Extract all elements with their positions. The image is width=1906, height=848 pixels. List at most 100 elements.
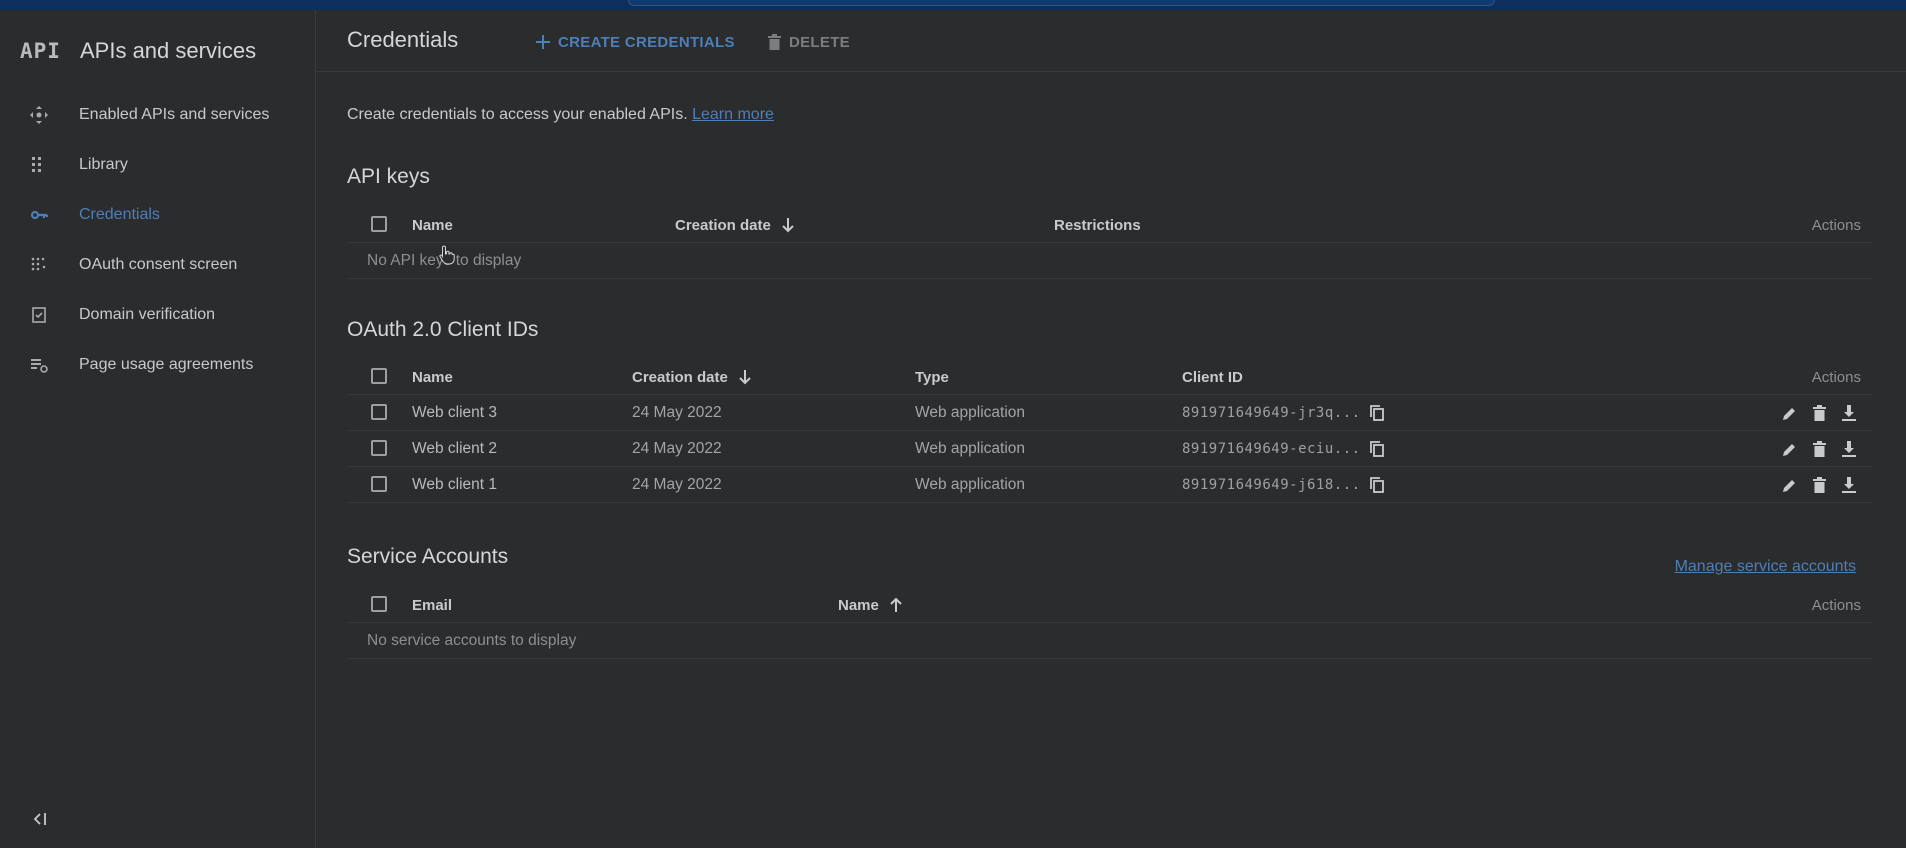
sidebar-nav: Enabled APIs and services Library Creden…: [0, 90, 316, 390]
column-client-id: Client ID: [1182, 368, 1243, 386]
client-name[interactable]: Web client 2: [412, 431, 497, 467]
page-header: Credentials CREATE CREDENTIALS DELETE: [316, 10, 1906, 72]
sidebar-item-label: Page usage agreements: [79, 356, 254, 373]
download-icon[interactable]: [1837, 401, 1861, 425]
api-keys-title: API keys: [347, 165, 430, 188]
column-name[interactable]: Name: [838, 587, 903, 623]
sidebar-item-label: Library: [79, 156, 128, 173]
client-id-cell: 891971649649-eciu...: [1182, 431, 1389, 467]
sidebar-item-label: Credentials: [79, 206, 160, 223]
empty-message: No service accounts to display: [367, 632, 577, 649]
trash-icon[interactable]: [1807, 437, 1831, 461]
table-header-row: Name Creation date Restrictions Actions: [347, 207, 1871, 243]
client-name[interactable]: Web client 1: [412, 467, 497, 503]
client-id: 891971649649-jr3q...: [1182, 405, 1361, 421]
sidebar-item-enabled-apis[interactable]: Enabled APIs and services: [0, 90, 316, 140]
top-bar: [0, 0, 1906, 10]
manage-service-accounts-link[interactable]: Manage service accounts: [1675, 558, 1856, 576]
column-name: Name: [412, 368, 453, 386]
client-id: 891971649649-j618...: [1182, 477, 1361, 493]
edit-icon[interactable]: [1777, 473, 1801, 497]
column-label: Name: [838, 596, 879, 614]
sidebar-item-domain-verification[interactable]: Domain verification: [0, 290, 316, 340]
row-checkbox[interactable]: [371, 440, 387, 456]
download-icon[interactable]: [1837, 473, 1861, 497]
select-all-checkbox[interactable]: [371, 216, 387, 232]
copy-icon[interactable]: [1365, 401, 1389, 425]
row-actions: [1777, 395, 1861, 431]
table-header-row: Email Name Actions: [347, 587, 1871, 623]
client-type: Web application: [915, 476, 1026, 493]
column-actions: Actions: [1811, 368, 1861, 386]
trash-icon[interactable]: [1807, 473, 1831, 497]
sidebar-item-label: OAuth consent screen: [79, 256, 238, 273]
empty-row: No API keys to display: [347, 243, 1871, 279]
arrow-down-icon: [738, 369, 752, 385]
delete-label: DELETE: [789, 33, 850, 51]
sidebar-title: APIs and services: [80, 38, 257, 63]
search-bar[interactable]: [628, 0, 1495, 6]
checkbox-icon: [28, 304, 50, 326]
table-header-row: Name Creation date Type Client ID Action…: [347, 359, 1871, 395]
empty-row: No service accounts to display: [347, 623, 1871, 659]
column-actions: Actions: [1811, 596, 1861, 614]
sidebar-item-credentials[interactable]: Credentials: [0, 190, 316, 240]
grid-icon: [28, 154, 50, 176]
service-accounts-table: Email Name Actions No service accounts t…: [347, 587, 1871, 659]
table-row: Web client 2 24 May 2022 Web application…: [347, 431, 1871, 467]
column-email: Email: [412, 596, 453, 614]
edit-icon[interactable]: [1777, 437, 1801, 461]
key-icon: [28, 204, 50, 226]
diamond-arrows-icon: [28, 104, 50, 126]
table-row: Web client 1 24 May 2022 Web application…: [347, 467, 1871, 503]
copy-icon[interactable]: [1365, 437, 1389, 461]
intro-description: Create credentials to access your enable…: [347, 106, 688, 123]
collapse-sidebar-button[interactable]: [28, 807, 52, 831]
sidebar-item-label: Enabled APIs and services: [79, 106, 270, 123]
table-row: Web client 3 24 May 2022 Web application…: [347, 395, 1871, 431]
download-icon[interactable]: [1837, 437, 1861, 461]
select-all-checkbox[interactable]: [371, 596, 387, 612]
api-keys-table: Name Creation date Restrictions Actions …: [347, 207, 1871, 279]
arrow-down-icon: [781, 217, 795, 233]
delete-button[interactable]: DELETE: [768, 30, 850, 54]
creation-date: 24 May 2022: [632, 440, 722, 457]
learn-more-link[interactable]: Learn more: [692, 106, 774, 123]
row-checkbox[interactable]: [371, 476, 387, 492]
client-id: 891971649649-eciu...: [1182, 441, 1361, 457]
service-accounts-title: Service Accounts: [347, 545, 509, 568]
row-checkbox[interactable]: [371, 404, 387, 420]
create-credentials-button[interactable]: CREATE CREDENTIALS: [536, 30, 735, 54]
arrow-up-icon: [889, 597, 903, 613]
oauth-table: Name Creation date Type Client ID Action…: [347, 359, 1871, 503]
sidebar-item-page-usage[interactable]: Page usage agreements: [0, 340, 316, 390]
main-content: Credentials CREATE CREDENTIALS DELETE Cr…: [316, 10, 1906, 848]
column-label: Creation date: [675, 216, 771, 234]
edit-icon[interactable]: [1777, 401, 1801, 425]
settings-list-icon: [28, 354, 50, 376]
column-actions: Actions: [1811, 216, 1861, 234]
client-type: Web application: [915, 404, 1026, 421]
sidebar: API APIs and services Enabled APIs and s…: [0, 10, 316, 848]
dots-grid-icon: [28, 254, 50, 276]
trash-icon[interactable]: [1807, 401, 1831, 425]
sidebar-item-oauth-consent[interactable]: OAuth consent screen: [0, 240, 316, 290]
row-actions: [1777, 431, 1861, 467]
client-type: Web application: [915, 440, 1026, 457]
column-creation-date[interactable]: Creation date: [632, 359, 752, 395]
column-creation-date[interactable]: Creation date: [675, 207, 795, 243]
hand-cursor-icon: [439, 245, 455, 270]
page-title: Credentials: [347, 27, 459, 52]
creation-date: 24 May 2022: [632, 476, 722, 493]
client-id-cell: 891971649649-j618...: [1182, 467, 1389, 503]
client-name[interactable]: Web client 3: [412, 395, 497, 431]
sidebar-item-library[interactable]: Library: [0, 140, 316, 190]
select-all-checkbox[interactable]: [371, 368, 387, 384]
brand: API APIs and services: [20, 30, 256, 72]
column-label: Creation date: [632, 368, 728, 386]
create-credentials-label: CREATE CREDENTIALS: [558, 33, 735, 51]
client-id-cell: 891971649649-jr3q...: [1182, 395, 1389, 431]
column-restrictions: Restrictions: [1054, 216, 1141, 234]
row-actions: [1777, 467, 1861, 503]
copy-icon[interactable]: [1365, 473, 1389, 497]
